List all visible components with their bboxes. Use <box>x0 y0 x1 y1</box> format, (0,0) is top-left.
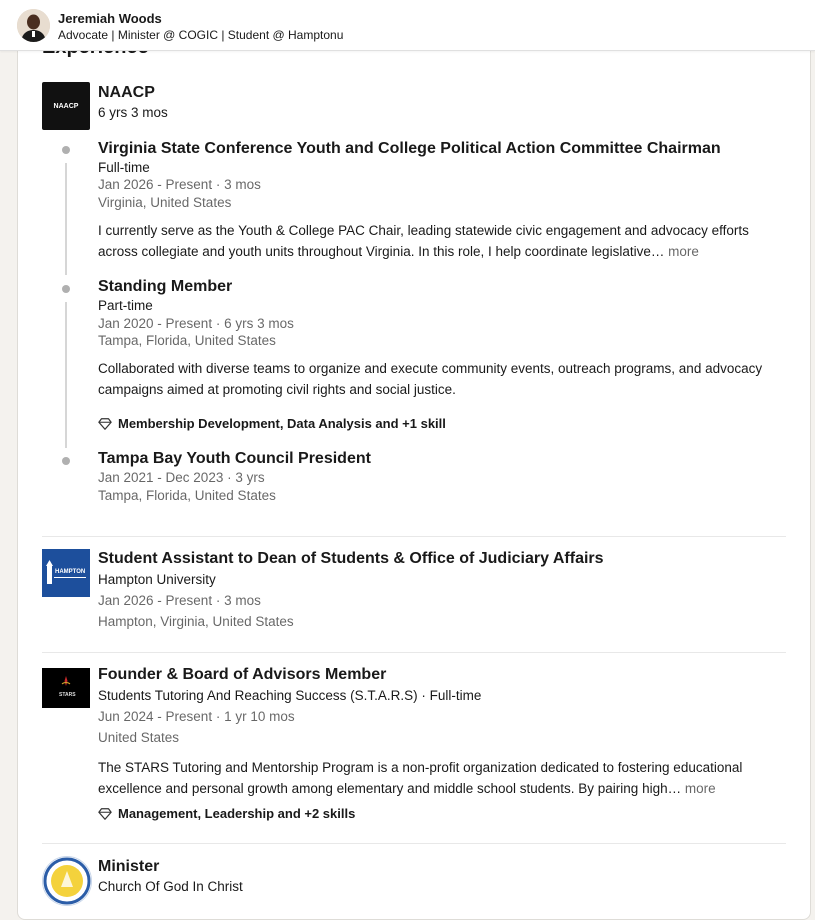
diamond-skills-icon <box>98 807 112 820</box>
see-more-button[interactable]: more <box>685 781 716 796</box>
description-line: The STARS Tutoring and Mentorship Progra… <box>98 760 743 775</box>
description-line-2: campaigns aimed at promoting civil right… <box>98 382 456 397</box>
role-location: Virginia, United States <box>98 195 232 210</box>
description-line: I currently serve as the Youth & College… <box>98 223 749 238</box>
stars-logo[interactable]: STARS <box>42 668 90 708</box>
timeline-dot <box>62 457 70 465</box>
role-dates: Jan 2021 - Dec 2023 · 3 yrs <box>98 470 265 485</box>
role-location: Tampa, Florida, United States <box>98 488 276 503</box>
see-more-button[interactable]: more <box>668 244 699 259</box>
company-name[interactable]: Students Tutoring And Reaching Success (… <box>98 688 481 703</box>
role-dates: Jun 2024 - Present · 1 yr 10 mos <box>98 709 295 724</box>
company-name-naacp[interactable]: NAACP <box>98 84 155 102</box>
company-name[interactable]: Church Of God In Christ <box>98 879 243 894</box>
role-location: Hampton, Virginia, United States <box>98 614 294 629</box>
employment-type: Full-time <box>98 160 150 175</box>
sticky-profile-header: Jeremiah Woods Advocate | Minister @ COG… <box>0 0 815 51</box>
role-title[interactable]: Virginia State Conference Youth and Coll… <box>98 140 721 158</box>
role-dates: Jan 2026 - Present · 3 mos <box>98 177 261 192</box>
avatar[interactable] <box>17 9 50 42</box>
divider <box>42 652 786 653</box>
role-description: The STARS Tutoring and Mentorship Progra… <box>98 757 788 799</box>
timeline-dot <box>62 285 70 293</box>
skills-text: Management, Leadership and +2 skills <box>118 806 356 821</box>
description-line: Collaborated with diverse teams to organ… <box>98 361 763 376</box>
role-title[interactable]: Standing Member <box>98 278 232 296</box>
naacp-logo-text: NAACP <box>53 102 79 110</box>
skills-row[interactable]: Management, Leadership and +2 skills <box>98 806 355 821</box>
role-location: United States <box>98 730 180 745</box>
company-name[interactable]: Hampton University <box>98 572 216 587</box>
divider <box>42 536 786 537</box>
hampton-university-logo[interactable]: HAMPTON <box>42 549 90 597</box>
profile-name[interactable]: Jeremiah Woods <box>58 11 162 26</box>
role-title[interactable]: Student Assistant to Dean of Students & … <box>98 550 604 568</box>
role-title[interactable]: Minister <box>98 858 159 876</box>
hampton-logo-text: HAMPTON <box>55 569 86 575</box>
skills-row[interactable]: Membership Development, Data Analysis an… <box>98 416 446 431</box>
role-title[interactable]: Tampa Bay Youth Council President <box>98 450 371 468</box>
cogic-seal-graphic <box>43 857 91 905</box>
divider <box>42 843 786 844</box>
timeline-line <box>65 163 67 275</box>
description-line-2: across collegiate and youth units throug… <box>98 241 788 262</box>
description-line-text: across collegiate and youth units throug… <box>98 244 665 259</box>
diamond-skills-icon <box>98 417 112 430</box>
description-line-2: excellence and personal growth among ele… <box>98 778 788 799</box>
employment-type: Part-time <box>98 298 153 313</box>
role-dates: Jan 2026 - Present · 3 mos <box>98 593 261 608</box>
role-location: Tampa, Florida, United States <box>98 333 276 348</box>
role-title[interactable]: Founder & Board of Advisors Member <box>98 666 386 684</box>
description-line-text: excellence and personal growth among ele… <box>98 781 682 796</box>
role-description: I currently serve as the Youth & College… <box>98 220 788 262</box>
skills-text: Membership Development, Data Analysis an… <box>118 416 446 431</box>
cogic-logo[interactable] <box>42 856 92 906</box>
timeline-dot <box>62 146 70 154</box>
role-description: Collaborated with diverse teams to organ… <box>98 358 788 400</box>
role-dates: Jan 2020 - Present · 6 yrs 3 mos <box>98 316 294 331</box>
timeline-line <box>65 302 67 448</box>
profile-headline: Advocate | Minister @ COGIC | Student @ … <box>58 28 344 42</box>
stars-logo-graphic <box>61 676 71 686</box>
naacp-logo[interactable]: NAACP <box>42 82 90 130</box>
company-duration: 6 yrs 3 mos <box>98 105 168 120</box>
stars-logo-text: STARS <box>59 692 76 698</box>
